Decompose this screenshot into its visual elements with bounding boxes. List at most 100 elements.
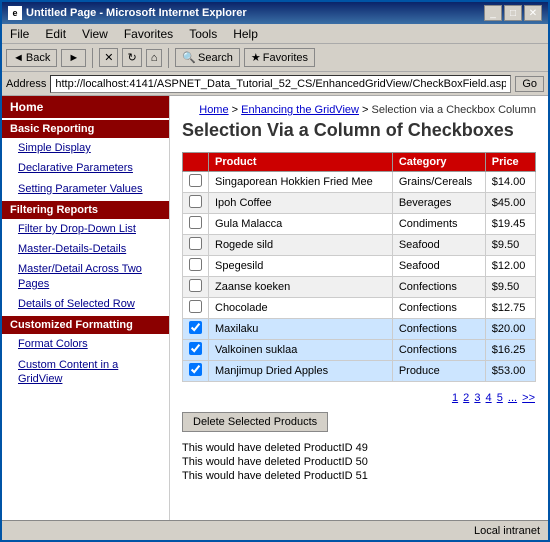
address-input[interactable] [50,75,511,93]
stop-button[interactable]: ✕ [99,48,118,67]
page-3[interactable]: 3 [474,392,480,404]
breadcrumb-home[interactable]: Home [199,104,228,116]
row-checkbox-cell[interactable] [183,339,209,360]
row-checkbox[interactable] [189,279,202,292]
menu-help[interactable]: Help [229,26,262,42]
row-checkbox-cell[interactable] [183,360,209,381]
row-checkbox-cell[interactable] [183,192,209,213]
page-title: Selection Via a Column of Checkboxes [182,120,536,142]
status-text: Local intranet [474,525,540,537]
table-row: Maxilaku Confections $20.00 [183,318,536,339]
row-checkbox-cell[interactable] [183,213,209,234]
sidebar-item-custom-content[interactable]: Custom Content in a GridView [2,355,169,390]
refresh-button[interactable]: ↻ [122,48,141,67]
row-checkbox-cell[interactable] [183,171,209,192]
maximize-button[interactable]: □ [504,5,522,21]
toolbar-separator2 [168,48,169,68]
title-bar: e Untitled Page - Microsoft Internet Exp… [2,2,548,24]
sidebar-item-master-detail-pages[interactable]: Master/Detail Across Two Pages [2,259,169,294]
status-bar: Local intranet [2,520,548,540]
col-header-category: Category [392,152,485,171]
page-4[interactable]: 4 [486,392,492,404]
search-button[interactable]: 🔍 Search [175,48,240,67]
table-row: Ipoh Coffee Beverages $45.00 [183,192,536,213]
content-area: Home > Enhancing the GridView > Selectio… [170,96,548,520]
page-5[interactable]: 5 [497,392,503,404]
row-checkbox-cell[interactable] [183,234,209,255]
browser-window: e Untitled Page - Microsoft Internet Exp… [0,0,550,542]
address-bar: Address Go [2,72,548,96]
row-price: $12.00 [485,255,535,276]
row-product: Chocolade [209,297,393,318]
breadcrumb-enhancing[interactable]: Enhancing the GridView [241,104,359,116]
breadcrumb: Home > Enhancing the GridView > Selectio… [182,104,536,116]
row-checkbox[interactable] [189,300,202,313]
menu-file[interactable]: File [6,26,33,42]
row-checkbox[interactable] [189,363,202,376]
row-product: Rogede sild [209,234,393,255]
table-row: Manjimup Dried Apples Produce $53.00 [183,360,536,381]
sidebar-item-master-details[interactable]: Master-Details-Details [2,239,169,259]
row-price: $20.00 [485,318,535,339]
row-checkbox[interactable] [189,237,202,250]
page-ellipsis[interactable]: ... [508,392,517,404]
row-checkbox-cell[interactable] [183,255,209,276]
row-product: Maxilaku [209,318,393,339]
row-checkbox[interactable] [189,174,202,187]
sidebar-section-filtering[interactable]: Filtering Reports [2,201,169,219]
sidebar-section-basic-reporting[interactable]: Basic Reporting [2,120,169,138]
row-category: Confections [392,276,485,297]
row-price: $9.50 [485,234,535,255]
menu-edit[interactable]: Edit [41,26,70,42]
menu-bar: File Edit View Favorites Tools Help [2,24,548,44]
page-2[interactable]: 2 [463,392,469,404]
row-checkbox[interactable] [189,342,202,355]
forward-button[interactable]: ► [61,49,86,67]
back-button[interactable]: ◄ Back [6,49,57,67]
go-button[interactable]: Go [515,76,544,92]
menu-tools[interactable]: Tools [185,26,221,42]
row-checkbox-cell[interactable] [183,276,209,297]
row-checkbox-cell[interactable] [183,297,209,318]
page-next[interactable]: >> [522,392,535,404]
row-price: $19.45 [485,213,535,234]
row-checkbox[interactable] [189,321,202,334]
close-button[interactable]: ✕ [524,5,542,21]
address-label: Address [6,78,46,90]
toolbar-separator [92,48,93,68]
row-category: Confections [392,297,485,318]
sidebar-item-setting-params[interactable]: Setting Parameter Values [2,179,169,199]
sidebar-home[interactable]: Home [2,96,169,118]
sidebar-item-declarative-params[interactable]: Declarative Parameters [2,158,169,178]
deleted-message: This would have deleted ProductID 51 [182,470,536,482]
sidebar-item-format-colors[interactable]: Format Colors [2,334,169,354]
home-button[interactable]: ⌂ [146,49,163,67]
sidebar-item-simple-display[interactable]: Simple Display [2,138,169,158]
row-product: Valkoinen suklaa [209,339,393,360]
row-checkbox[interactable] [189,216,202,229]
row-checkbox[interactable] [189,258,202,271]
table-row: Chocolade Confections $12.75 [183,297,536,318]
row-price: $12.75 [485,297,535,318]
delete-button[interactable]: Delete Selected Products [182,412,328,432]
ie-icon: e [8,6,22,20]
col-header-checkbox [183,152,209,171]
minimize-button[interactable]: _ [484,5,502,21]
row-category: Produce [392,360,485,381]
row-checkbox-cell[interactable] [183,318,209,339]
row-product: Spegesild [209,255,393,276]
row-price: $16.25 [485,339,535,360]
row-category: Confections [392,318,485,339]
table-row: Rogede sild Seafood $9.50 [183,234,536,255]
row-product: Gula Malacca [209,213,393,234]
sidebar-item-filter-dropdown[interactable]: Filter by Drop-Down List [2,219,169,239]
menu-favorites[interactable]: Favorites [120,26,177,42]
sidebar-item-details-row[interactable]: Details of Selected Row [2,294,169,314]
row-checkbox[interactable] [189,195,202,208]
menu-view[interactable]: View [78,26,112,42]
page-1[interactable]: 1 [452,392,458,404]
favorites-button[interactable]: ★ Favorites [244,48,315,67]
sidebar-section-formatting[interactable]: Customized Formatting [2,316,169,334]
row-price: $14.00 [485,171,535,192]
messages-container: This would have deleted ProductID 49This… [182,442,536,482]
